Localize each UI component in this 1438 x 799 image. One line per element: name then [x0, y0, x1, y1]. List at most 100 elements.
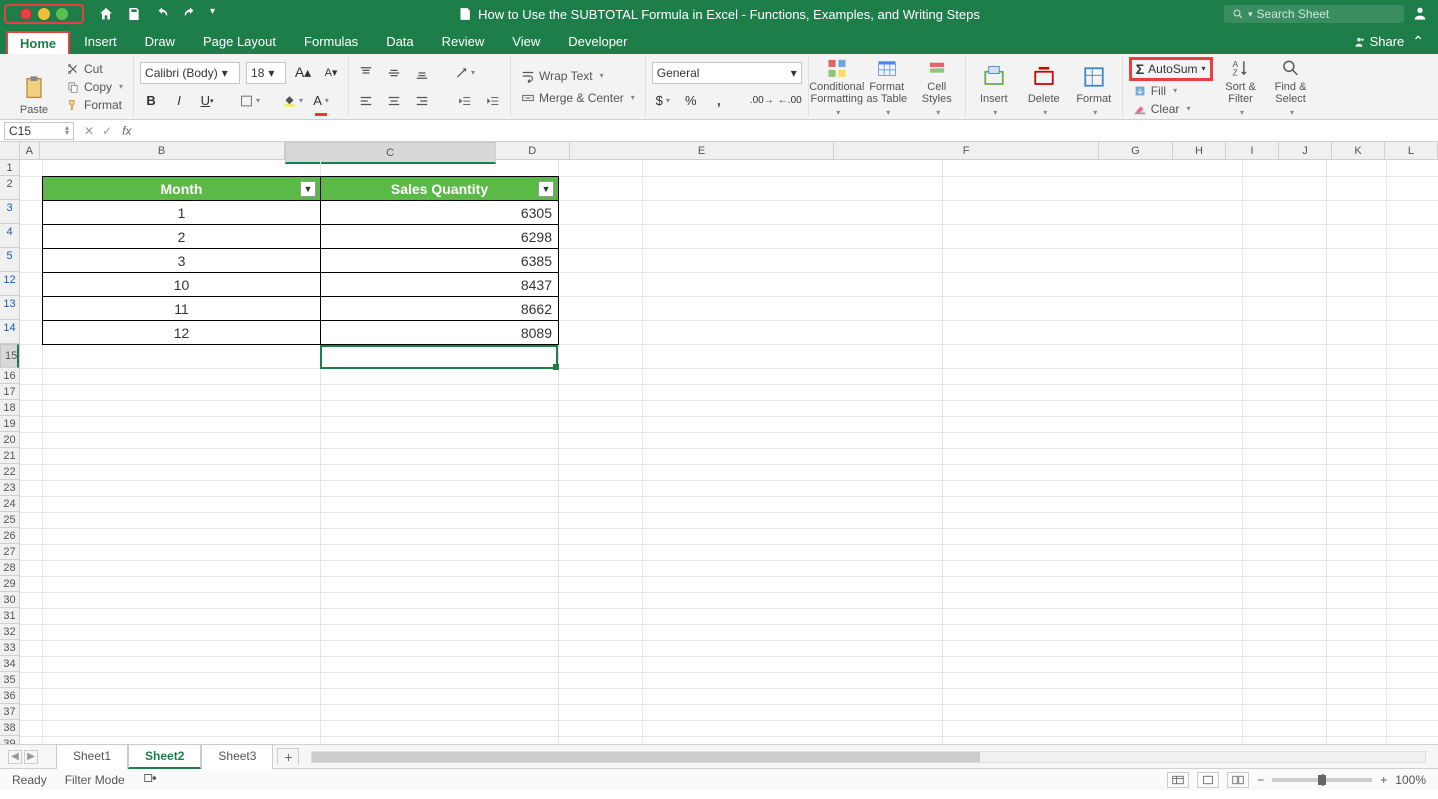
table-row[interactable]: 108437 — [43, 273, 559, 297]
merge-center-button[interactable]: Merge & Center — [517, 90, 639, 106]
spreadsheet-grid[interactable]: ABCDEFGHIJKL 123451213141516171819202122… — [0, 142, 1438, 744]
tab-formulas[interactable]: Formulas — [290, 29, 372, 54]
row-header-22[interactable]: 22 — [0, 464, 19, 480]
currency-button[interactable]: $ — [652, 90, 674, 112]
row-headers[interactable]: 1234512131415161718192021222324252627282… — [0, 160, 20, 744]
row-header-28[interactable]: 28 — [0, 560, 19, 576]
tab-insert[interactable]: Insert — [70, 29, 131, 54]
window-minimize-icon[interactable] — [38, 8, 50, 20]
row-header-24[interactable]: 24 — [0, 496, 19, 512]
row-header-31[interactable]: 31 — [0, 608, 19, 624]
row-header-13[interactable]: 13 — [0, 296, 19, 320]
cell-qty[interactable]: 6305 — [321, 201, 559, 225]
table-row[interactable]: 16305 — [43, 201, 559, 225]
account-icon[interactable] — [1412, 5, 1428, 24]
fx-icon[interactable]: fx — [122, 124, 131, 138]
row-header-17[interactable]: 17 — [0, 384, 19, 400]
zoom-level[interactable]: 100% — [1395, 773, 1426, 787]
cell-styles-button[interactable]: Cell Styles — [915, 57, 959, 117]
header-month[interactable]: Month▼ — [43, 177, 321, 201]
tab-data[interactable]: Data — [372, 29, 427, 54]
row-header-3[interactable]: 3 — [0, 200, 19, 224]
font-name-select[interactable]: Calibri (Body)▾ — [140, 62, 240, 84]
cell-qty[interactable]: 6385 — [321, 249, 559, 273]
zoom-out-button[interactable]: − — [1257, 773, 1264, 787]
decrease-decimal-icon[interactable]: ←.00 — [779, 90, 801, 112]
fill-button[interactable]: Fill — [1129, 83, 1213, 99]
filter-icon[interactable]: ▼ — [300, 181, 316, 197]
increase-decimal-icon[interactable]: .00→ — [751, 90, 773, 112]
sheet-tab-sheet3[interactable]: Sheet3 — [201, 744, 273, 769]
row-header-33[interactable]: 33 — [0, 640, 19, 656]
horizontal-scrollbar[interactable] — [311, 751, 1426, 763]
wrap-text-button[interactable]: Wrap Text — [517, 68, 639, 84]
align-left-icon[interactable] — [355, 90, 377, 112]
cell-qty[interactable]: 8089 — [321, 321, 559, 345]
filter-icon[interactable]: ▼ — [538, 181, 554, 197]
italic-button[interactable]: I — [168, 90, 190, 112]
row-header-34[interactable]: 34 — [0, 656, 19, 672]
bold-button[interactable]: B — [140, 90, 162, 112]
row-header-32[interactable]: 32 — [0, 624, 19, 640]
find-select-button[interactable]: Find & Select — [1269, 57, 1313, 117]
sheet-tab-sheet1[interactable]: Sheet1 — [56, 744, 128, 769]
row-header-5[interactable]: 5 — [0, 248, 19, 272]
cell-month[interactable]: 11 — [43, 297, 321, 321]
row-header-26[interactable]: 26 — [0, 528, 19, 544]
format-as-table-button[interactable]: Format as Table — [865, 57, 909, 117]
search-sheet-input[interactable]: ▾ Search Sheet — [1224, 5, 1404, 23]
cell-qty[interactable]: 8437 — [321, 273, 559, 297]
decrease-font-icon[interactable]: A▾ — [320, 62, 342, 84]
row-header-2[interactable]: 2 — [0, 176, 19, 200]
format-cells-button[interactable]: Format — [1072, 57, 1116, 117]
conditional-formatting-button[interactable]: Conditional Formatting — [815, 57, 859, 117]
col-header-D[interactable]: D — [496, 142, 570, 159]
tab-review[interactable]: Review — [428, 29, 499, 54]
row-header-15[interactable]: 15 — [0, 344, 19, 368]
row-header-27[interactable]: 27 — [0, 544, 19, 560]
row-header-25[interactable]: 25 — [0, 512, 19, 528]
tab-page-layout[interactable]: Page Layout — [189, 29, 290, 54]
col-header-H[interactable]: H — [1173, 142, 1226, 159]
col-header-F[interactable]: F — [834, 142, 1099, 159]
undo-icon[interactable] — [154, 6, 170, 22]
save-icon[interactable] — [126, 6, 142, 22]
paste-button[interactable]: Paste — [12, 57, 56, 117]
row-header-20[interactable]: 20 — [0, 432, 19, 448]
percent-button[interactable]: % — [680, 90, 702, 112]
formula-input[interactable] — [139, 122, 1434, 140]
align-middle-icon[interactable] — [383, 62, 405, 84]
row-header-21[interactable]: 21 — [0, 448, 19, 464]
column-headers[interactable]: ABCDEFGHIJKL — [20, 142, 1438, 160]
col-header-E[interactable]: E — [570, 142, 835, 159]
row-header-14[interactable]: 14 — [0, 320, 19, 344]
row-header-19[interactable]: 19 — [0, 416, 19, 432]
sheet-nav-next-icon[interactable]: ▶ — [24, 750, 38, 764]
header-sales-quantity[interactable]: Sales Quantity▼ — [321, 177, 559, 201]
insert-cells-button[interactable]: Insert — [972, 57, 1016, 117]
cell-month[interactable]: 3 — [43, 249, 321, 273]
redo-icon[interactable] — [182, 6, 198, 22]
row-header-38[interactable]: 38 — [0, 720, 19, 736]
fill-color-button[interactable] — [282, 90, 304, 112]
col-header-L[interactable]: L — [1385, 142, 1438, 159]
window-zoom-icon[interactable] — [56, 8, 68, 20]
row-header-16[interactable]: 16 — [0, 368, 19, 384]
view-page-layout-icon[interactable] — [1197, 772, 1219, 788]
select-all-corner[interactable] — [0, 142, 20, 160]
format-painter-button[interactable]: Format — [62, 97, 127, 113]
row-header-30[interactable]: 30 — [0, 592, 19, 608]
row-header-18[interactable]: 18 — [0, 400, 19, 416]
row-header-39[interactable]: 39 — [0, 736, 19, 744]
col-header-B[interactable]: B — [40, 142, 285, 159]
increase-font-icon[interactable]: A▴ — [292, 62, 314, 84]
col-header-A[interactable]: A — [20, 142, 40, 159]
col-header-G[interactable]: G — [1099, 142, 1173, 159]
tab-home[interactable]: Home — [6, 31, 70, 54]
tab-draw[interactable]: Draw — [131, 29, 189, 54]
add-sheet-button[interactable]: + — [277, 748, 299, 765]
border-button[interactable] — [239, 90, 261, 112]
sheet-tab-sheet2[interactable]: Sheet2 — [128, 744, 201, 769]
delete-cells-button[interactable]: Delete — [1022, 57, 1066, 117]
enter-formula-icon[interactable]: ✓ — [102, 124, 112, 138]
